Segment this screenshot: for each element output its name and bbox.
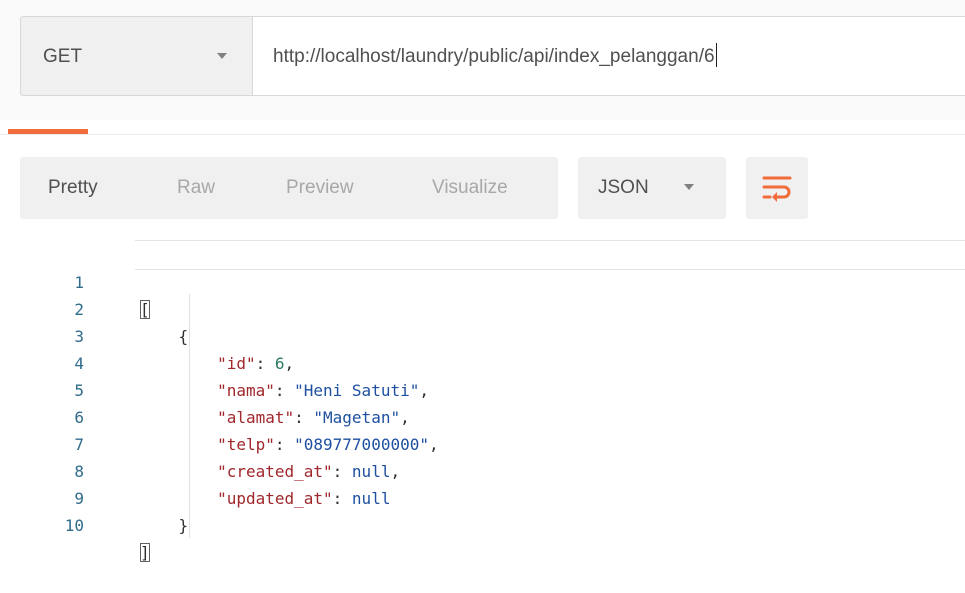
json-value: "Magetan" bbox=[313, 408, 401, 427]
json-key: "nama" bbox=[217, 381, 275, 400]
json-key: "created_at" bbox=[217, 462, 333, 481]
wrap-lines-button[interactable] bbox=[746, 157, 808, 219]
json-key: "updated_at" bbox=[217, 489, 333, 508]
url-field[interactable]: http://localhost/laundry/public/api/inde… bbox=[252, 16, 965, 96]
text-cursor bbox=[715, 43, 717, 67]
chevron-down-icon bbox=[684, 184, 694, 190]
line-number: 7 bbox=[74, 435, 84, 454]
tab-divider bbox=[0, 134, 965, 135]
json-value: 6 bbox=[274, 354, 285, 373]
json-value: "Heni Satuti" bbox=[294, 381, 420, 400]
code-line: 3 "id": 6, bbox=[0, 296, 294, 373]
request-bar: GET http://localhost/laundry/public/api/… bbox=[0, 0, 965, 120]
tab-visualize[interactable]: Visualize bbox=[432, 177, 508, 199]
open-brace: { bbox=[178, 327, 189, 346]
json-value: null bbox=[351, 489, 391, 508]
active-line-highlight bbox=[135, 240, 965, 270]
line-number: 9 bbox=[74, 489, 84, 508]
close-brace: } bbox=[178, 516, 189, 535]
url-text: http://localhost/laundry/public/api/inde… bbox=[273, 46, 715, 67]
tab-raw[interactable]: Raw bbox=[177, 177, 215, 199]
json-value: null bbox=[351, 462, 391, 481]
json-key: "telp" bbox=[217, 435, 275, 454]
url-input[interactable]: http://localhost/laundry/public/api/inde… bbox=[273, 43, 953, 68]
method-label: GET bbox=[43, 46, 83, 67]
comma: , bbox=[284, 354, 295, 373]
code-line: 4 "nama": "Heni Satuti", bbox=[0, 323, 429, 400]
chevron-down-icon bbox=[217, 53, 227, 59]
line-number: 1 bbox=[74, 273, 84, 292]
line-number: 3 bbox=[74, 327, 84, 346]
code-line: 10 ] bbox=[0, 485, 150, 562]
json-value: "089777000000" bbox=[294, 435, 429, 454]
line-number: 2 bbox=[74, 300, 84, 319]
json-key: "id" bbox=[217, 354, 256, 373]
line-number: 10 bbox=[64, 516, 84, 535]
code-line: 9 } bbox=[0, 458, 188, 535]
json-key: "alamat" bbox=[217, 408, 295, 427]
line-number: 4 bbox=[74, 354, 84, 373]
comma: , bbox=[428, 435, 439, 454]
code-line: 2 { bbox=[0, 269, 188, 346]
response-body-editor[interactable]: 1 [ 2 { 3 "id": 6, 4 "nama": "Heni Satut… bbox=[0, 232, 965, 580]
close-bracket: ] bbox=[140, 543, 150, 562]
response-view-tabs: Pretty Raw Preview Visualize bbox=[20, 157, 558, 219]
method-select[interactable]: GET bbox=[20, 16, 252, 96]
code-line: 5 "alamat": "Magetan", bbox=[0, 350, 409, 427]
format-select[interactable]: JSON bbox=[578, 157, 726, 219]
line-number: 8 bbox=[74, 462, 84, 481]
open-bracket: [ bbox=[140, 300, 150, 319]
wrap-lines-icon bbox=[762, 176, 792, 202]
line-number: 5 bbox=[74, 381, 84, 400]
code-line: 1 [ bbox=[0, 242, 150, 319]
format-label: JSON bbox=[598, 177, 649, 198]
code-line: 8 "updated_at": null bbox=[0, 431, 390, 508]
code-line: 6 "telp": "089777000000", bbox=[0, 377, 438, 454]
comma: , bbox=[419, 381, 429, 400]
line-number: 6 bbox=[74, 408, 84, 427]
comma: , bbox=[390, 462, 401, 481]
code-line: 7 "created_at": null, bbox=[0, 404, 400, 481]
tab-preview[interactable]: Preview bbox=[286, 177, 354, 199]
tab-pretty[interactable]: Pretty bbox=[48, 177, 98, 199]
comma: , bbox=[400, 408, 410, 427]
